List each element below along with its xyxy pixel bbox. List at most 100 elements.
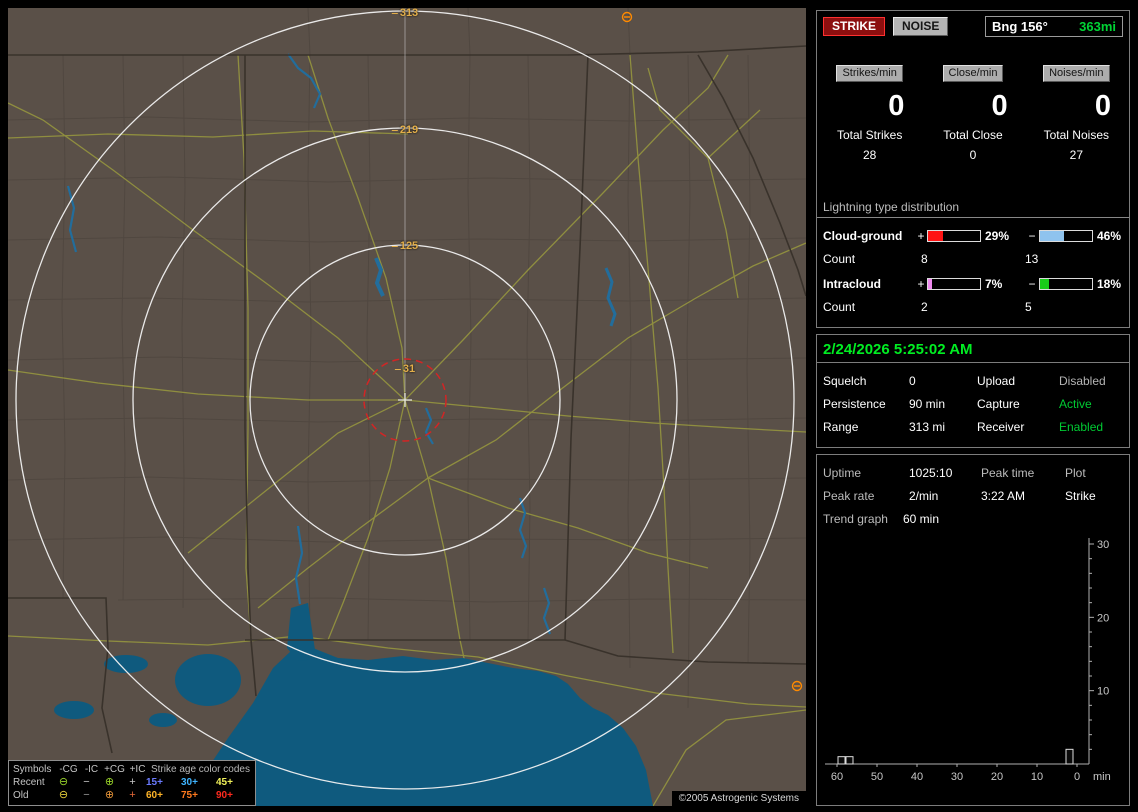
ic-count-label: Count — [823, 300, 856, 314]
persistence-label: Persistence — [823, 397, 886, 411]
legend-age-title: Strike age color codes — [151, 764, 250, 775]
ring-label-31: 31 — [395, 363, 415, 375]
noises-per-min-button[interactable]: Noises/min — [1043, 65, 1110, 82]
pos-cg-old-icon: ⊕ — [104, 789, 115, 801]
total-close-label: Total Close — [943, 128, 1003, 142]
legend-neg-ic-header: -IC — [84, 764, 99, 775]
ic-positive-pct: 7% — [985, 277, 1003, 291]
cg-positive-bar — [927, 230, 981, 242]
uptime-value: 1025:10 — [909, 466, 953, 480]
upload-label: Upload — [977, 374, 1016, 388]
strike-indicator-button[interactable]: STRIKE — [823, 17, 886, 36]
close-column: Close/min 0 Total Close 0 — [926, 63, 1019, 162]
age-code: 15+ — [146, 777, 163, 788]
strike-stats-panel: STRIKE NOISE Bng 156° 363mi Strikes/min … — [816, 10, 1130, 328]
bearing-range-value: 363mi — [1079, 19, 1116, 34]
bearing-display: Bng 156° 363mi — [985, 16, 1123, 37]
trend-graph: 10 20 30 60 50 40 30 20 10 0 min — [825, 538, 1111, 783]
datetime-display: 2/24/2026 5:25:02 AM — [817, 341, 1129, 363]
ic-negative-count: 5 — [1025, 300, 1032, 314]
legend-recent-ages: 15+ 30+ 45+ — [146, 777, 251, 788]
ic-positive-bar — [927, 278, 981, 290]
map-legend: Symbols -CG -IC +CG +IC Strike age color… — [8, 760, 256, 806]
cloud-ground-count-row: Count 8 13 — [823, 252, 1123, 266]
plot-value: Strike — [1065, 489, 1096, 503]
trend-graph-label: Trend graph — [823, 512, 888, 526]
neg-ic-recent-icon: − — [83, 776, 90, 788]
persistence-value: 90 min — [909, 397, 946, 411]
total-close-value: 0 — [969, 148, 977, 162]
pos-cg-recent-icon: ⊕ — [104, 776, 115, 788]
intracloud-count-row: Count 2 5 — [823, 300, 1123, 314]
neg-ic-old-icon: − — [83, 789, 90, 801]
svg-text:30: 30 — [951, 771, 963, 783]
cg-count-label: Count — [823, 252, 856, 266]
total-strikes-value: 28 — [862, 148, 877, 162]
cg-negative-bar — [1039, 230, 1093, 242]
intracloud-row: Intracloud + 7% − 18% — [823, 277, 1123, 291]
cg-negative-pct: 46% — [1097, 229, 1122, 243]
svg-text:min: min — [1093, 771, 1111, 783]
peak-rate-label: Peak rate — [823, 489, 875, 503]
ic-positive-count: 2 — [921, 300, 928, 314]
age-code: 90+ — [216, 790, 233, 801]
strikes-per-min-button[interactable]: Strikes/min — [836, 65, 903, 82]
legend-old-symbols: ⊖ − ⊕ + — [52, 790, 144, 801]
trend-panel: Uptime 1025:10 Peak time Plot Peak rate … — [816, 454, 1130, 806]
svg-text:60: 60 — [831, 771, 843, 783]
svg-text:10: 10 — [1097, 686, 1109, 698]
cg-positive-count: 8 — [921, 252, 928, 266]
legend-recent-label: Recent — [13, 777, 45, 788]
receiver-value: Enabled — [1059, 420, 1104, 434]
plot-label: Plot — [1065, 466, 1086, 480]
svg-text:40: 40 — [911, 771, 923, 783]
lightning-map[interactable]: 313 219 125 31 Symbols -CG -IC +CG +IC S… — [8, 8, 806, 806]
pos-ic-old-icon: + — [129, 789, 136, 801]
distribution-title: Lightning type distribution — [817, 200, 1129, 218]
uptime-label: Uptime — [823, 466, 862, 480]
total-noises-value: 27 — [1069, 148, 1083, 162]
squelch-label: Squelch — [823, 374, 867, 388]
squelch-value: 0 — [909, 374, 916, 388]
minus-sign: − — [1028, 229, 1036, 243]
stats-grid: Uptime 1025:10 Peak time Plot Peak rate … — [823, 466, 1123, 503]
age-code: 60+ — [146, 790, 163, 801]
strikes-per-min-value: 0 — [888, 90, 905, 122]
total-strikes-label: Total Strikes — [836, 128, 903, 142]
strikes-column: Strikes/min 0 Total Strikes 28 — [823, 63, 916, 162]
peak-time-label: Peak time — [981, 466, 1035, 480]
svg-text:20: 20 — [991, 771, 1003, 783]
intracloud-label: Intracloud — [823, 277, 882, 291]
status-panel: 2/24/2026 5:25:02 AM Squelch 0 Upload Di… — [816, 334, 1130, 448]
rate-counters: Strikes/min 0 Total Strikes 28 Close/min… — [823, 63, 1123, 162]
plus-sign: + — [917, 277, 925, 291]
svg-text:20: 20 — [1097, 612, 1109, 624]
cloud-ground-row: Cloud-ground + 29% − 46% — [823, 229, 1123, 243]
capture-label: Capture — [977, 397, 1020, 411]
svg-text:0: 0 — [1074, 771, 1080, 783]
ring-label-219: 219 — [392, 124, 418, 136]
bearing-value: Bng 156° — [992, 19, 1048, 34]
range-label: Range — [823, 420, 859, 434]
neg-cg-old-icon: ⊖ — [58, 789, 69, 801]
total-noises-label: Total Noises — [1043, 128, 1109, 142]
ring-label-125: 125 — [392, 240, 418, 252]
side-panel: STRIKE NOISE Bng 156° 363mi Strikes/min … — [816, 8, 1130, 806]
neg-cg-recent-icon: ⊖ — [58, 776, 69, 788]
svg-text:10: 10 — [1031, 771, 1043, 783]
age-code: 30+ — [181, 777, 198, 788]
legend-symbols-header: Symbols — [13, 764, 52, 775]
close-per-min-value: 0 — [991, 90, 1008, 122]
ic-negative-bar — [1039, 278, 1093, 290]
legend-pos-ic-header: +IC — [129, 764, 146, 775]
noises-column: Noises/min 0 Total Noises 27 — [1030, 63, 1123, 162]
noise-indicator-button[interactable]: NOISE — [893, 17, 949, 36]
ring-label-313: 313 — [392, 8, 418, 19]
cloud-ground-label: Cloud-ground — [823, 229, 903, 243]
peak-rate-value: 2/min — [909, 489, 939, 503]
ic-negative-pct: 18% — [1097, 277, 1122, 291]
close-per-min-button[interactable]: Close/min — [942, 65, 1004, 82]
cg-negative-count: 13 — [1025, 252, 1039, 266]
legend-old-label: Old — [13, 790, 29, 801]
legend-old-ages: 60+ 75+ 90+ — [146, 790, 251, 801]
